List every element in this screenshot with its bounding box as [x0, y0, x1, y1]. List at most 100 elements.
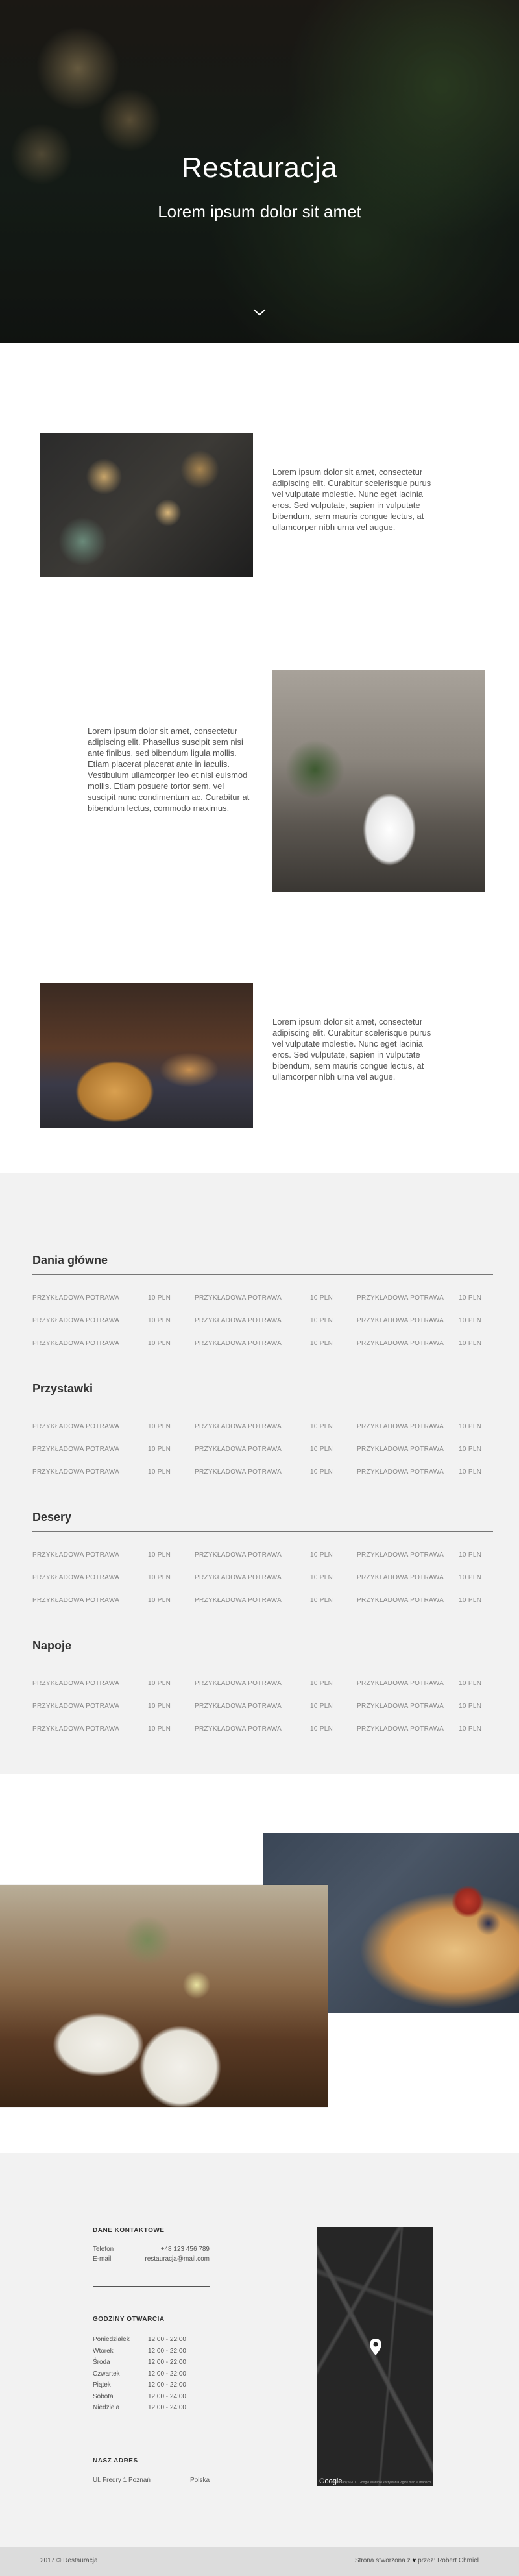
hero-title: Restauracja	[181, 152, 338, 184]
hours-day: Czwartek	[93, 2370, 120, 2377]
menu-row: PRZYKŁADOWA POTRAWA 10 PLN PRZYKŁADOWA POT…	[32, 1332, 493, 1355]
menu-item-price: 10 PLN	[148, 1725, 171, 1732]
menu-item-name: PRZYKŁADOWA POTRAWA	[357, 1725, 444, 1732]
menu-item: PRZYKŁADOWA POTRAWA 10 PLN	[195, 1340, 357, 1347]
address-country: Polska	[189, 2477, 210, 2484]
menu-item-name: PRZYKŁADOWA POTRAWA	[195, 1340, 282, 1347]
footer: 2017 © Restauracja Strona stworzona z ♥ …	[0, 2547, 519, 2576]
credits-suffix[interactable]: przez: Robert Chmiel	[418, 2557, 479, 2564]
menu-item-name: PRZYKŁADOWA POTRAWA	[195, 1680, 282, 1687]
address-row: Ul. Fredry 1 Poznań Polska	[93, 2477, 210, 2484]
menu-row: PRZYKŁADOWA POTRAWA 10 PLN PRZYKŁADOWA POT…	[32, 1287, 493, 1309]
menu-item: PRZYKŁADOWA POTRAWA 10 PLN	[357, 1574, 493, 1581]
hours-row: Sobota 12:00 - 24:00	[93, 2393, 210, 2400]
hours-row: Piątek 12:00 - 22:00	[93, 2381, 210, 2388]
dining-room-photo	[40, 983, 253, 1128]
menu-row: PRZYKŁADOWA POTRAWA 10 PLN PRZYKŁADOWA POT…	[32, 1589, 493, 1612]
menu-item-name: PRZYKŁADOWA POTRAWA	[32, 1703, 120, 1710]
menu-item-name: PRZYKŁADOWA POTRAWA	[357, 1294, 444, 1302]
menu-category-title: Napoje	[32, 1639, 72, 1652]
menu-item-price: 10 PLN	[310, 1468, 333, 1476]
credits: Strona stworzona z ♥ przez: Robert Chmie…	[355, 2557, 479, 2564]
divider	[32, 1274, 493, 1275]
menu-item: PRZYKŁADOWA POTRAWA 10 PLN	[195, 1597, 357, 1604]
menu-item-name: PRZYKŁADOWA POTRAWA	[32, 1597, 120, 1604]
menu-item: PRZYKŁADOWA POTRAWA 10 PLN	[195, 1423, 357, 1430]
menu-item: PRZYKŁADOWA POTRAWA 10 PLN	[32, 1294, 195, 1302]
menu-item-name: PRZYKŁADOWA POTRAWA	[32, 1680, 120, 1687]
menu-item-name: PRZYKŁADOWA POTRAWA	[32, 1317, 120, 1324]
hours-day: Piątek	[93, 2381, 111, 2388]
menu-row: PRZYKŁADOWA POTRAWA 10 PLN PRZYKŁADOWA POT…	[32, 1309, 493, 1332]
menu-item-price: 10 PLN	[148, 1468, 171, 1476]
menu-category-title: Przystawki	[32, 1382, 93, 1395]
menu-item-name: PRZYKŁADOWA POTRAWA	[357, 1680, 444, 1687]
menu-item-name: PRZYKŁADOWA POTRAWA	[195, 1551, 282, 1559]
hours-time: 12:00 - 22:00	[148, 2359, 186, 2366]
menu-item-price: 10 PLN	[148, 1423, 171, 1430]
menu-item-price: 10 PLN	[459, 1597, 482, 1604]
menu-item: PRZYKŁADOWA POTRAWA 10 PLN	[195, 1574, 357, 1581]
menu-item-price: 10 PLN	[459, 1446, 482, 1453]
phone-value[interactable]: +48 123 456 789	[161, 2246, 210, 2253]
courtyard-table-photo	[272, 670, 485, 892]
menu-item-price: 10 PLN	[459, 1294, 482, 1302]
menu-item-name: PRZYKŁADOWA POTRAWA	[357, 1317, 444, 1324]
map-pin-icon[interactable]	[370, 2339, 381, 2355]
menu-item-price: 10 PLN	[310, 1340, 333, 1347]
hours-row: Poniedziałek 12:00 - 22:00	[93, 2336, 210, 2343]
menu-item-name: PRZYKŁADOWA POTRAWA	[357, 1551, 444, 1559]
menu-item-name: PRZYKŁADOWA POTRAWA	[32, 1468, 120, 1476]
contact-heading: DANE KONTAKTOWE	[93, 2227, 165, 2234]
hours-heading: GODZINY OTWARCIA	[93, 2316, 165, 2323]
email-row: E-mail restauracja@mail.com	[93, 2255, 210, 2263]
menu-item: PRZYKŁADOWA POTRAWA 10 PLN	[195, 1703, 357, 1710]
menu-item-name: PRZYKŁADOWA POTRAWA	[195, 1574, 282, 1581]
hero-subtitle: Lorem ipsum dolor sit amet	[158, 202, 361, 221]
menu-row: PRZYKŁADOWA POTRAWA 10 PLN PRZYKŁADOWA POT…	[32, 1718, 493, 1740]
menu-item-price: 10 PLN	[148, 1340, 171, 1347]
menu-category-title: Dania główne	[32, 1254, 108, 1267]
menu-item: PRZYKŁADOWA POTRAWA 10 PLN	[357, 1340, 493, 1347]
menu-item-price: 10 PLN	[148, 1597, 171, 1604]
menu-item-price: 10 PLN	[310, 1597, 333, 1604]
menu-item-price: 10 PLN	[310, 1446, 333, 1453]
menu-item-price: 10 PLN	[148, 1551, 171, 1559]
map-attribution[interactable]: Dane mapy ©2017 Google Warunki korzystan…	[331, 2481, 431, 2485]
hero-section: Restauracja Lorem ipsum dolor sit amet	[0, 0, 519, 343]
menu-row: PRZYKŁADOWA POTRAWA 10 PLN PRZYKŁADOWA POT…	[32, 1695, 493, 1718]
menu-row: PRZYKŁADOWA POTRAWA 10 PLN PRZYKŁADOWA POT…	[32, 1415, 493, 1438]
menu-item-price: 10 PLN	[310, 1680, 333, 1687]
chevron-down-icon[interactable]	[252, 305, 267, 321]
hours-time: 12:00 - 22:00	[148, 2381, 186, 2388]
menu-item-name: PRZYKŁADOWA POTRAWA	[357, 1468, 444, 1476]
divider	[32, 1531, 493, 1532]
menu-item-price: 10 PLN	[148, 1294, 171, 1302]
address-street: Ul. Fredry 1 Poznań	[93, 2477, 151, 2484]
email-value[interactable]: restauracja@mail.com	[145, 2255, 210, 2263]
menu-item-name: PRZYKŁADOWA POTRAWA	[32, 1423, 120, 1430]
menu-item-name: PRZYKŁADOWA POTRAWA	[195, 1294, 282, 1302]
hours-day: Niedziela	[93, 2404, 120, 2411]
menu-category-title: Desery	[32, 1511, 72, 1524]
menu-item: PRZYKŁADOWA POTRAWA 10 PLN	[357, 1680, 493, 1687]
menu-item: PRZYKŁADOWA POTRAWA 10 PLN	[32, 1574, 195, 1581]
menu-item: PRZYKŁADOWA POTRAWA 10 PLN	[195, 1468, 357, 1476]
menu-category: Dania główne PRZYKŁADOWA POTRAWA 10 PLN PRZ…	[32, 1252, 493, 1355]
menu-item: PRZYKŁADOWA POTRAWA 10 PLN	[357, 1597, 493, 1604]
menu-item: PRZYKŁADOWA POTRAWA 10 PLN	[357, 1468, 493, 1476]
menu-item-price: 10 PLN	[148, 1446, 171, 1453]
menu-item-price: 10 PLN	[310, 1725, 333, 1732]
menu-item: PRZYKŁADOWA POTRAWA 10 PLN	[32, 1317, 195, 1324]
menu-item: PRZYKŁADOWA POTRAWA 10 PLN	[32, 1551, 195, 1559]
menu-section: Dania główne PRZYKŁADOWA POTRAWA 10 PLN PRZ…	[0, 1173, 519, 1774]
phone-row: Telefon +48 123 456 789	[93, 2246, 210, 2253]
menu-item-price: 10 PLN	[148, 1574, 171, 1581]
menu-item: PRZYKŁADOWA POTRAWA 10 PLN	[32, 1680, 195, 1687]
menu-item-price: 10 PLN	[148, 1317, 171, 1324]
menu-item-name: PRZYKŁADOWA POTRAWA	[357, 1574, 444, 1581]
hours-row: Niedziela 12:00 - 24:00	[93, 2404, 210, 2411]
menu-item: PRZYKŁADOWA POTRAWA 10 PLN	[357, 1423, 493, 1430]
map-widget[interactable]: Google Dane mapy ©2017 Google Warunki ko…	[317, 2227, 433, 2486]
heart-icon: ♥	[412, 2557, 416, 2564]
